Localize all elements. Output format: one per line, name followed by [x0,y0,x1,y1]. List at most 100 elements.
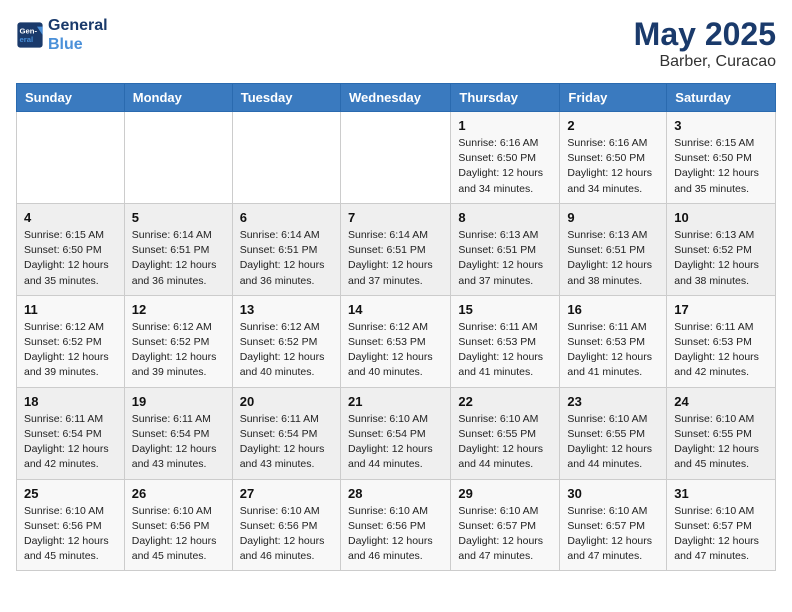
calendar-cell [340,112,450,204]
day-number: 26 [132,486,225,501]
days-header-row: SundayMondayTuesdayWednesdayThursdayFrid… [17,84,776,112]
calendar-cell: 5Sunrise: 6:14 AM Sunset: 6:51 PM Daylig… [124,203,232,295]
week-row-5: 25 Sunrise: 6:10 AM Sunset: 6:56 PM Dayli… [17,479,776,571]
calendar-cell: 24 Sunrise: 6:10 AM Sunset: 6:55 PM Dayli… [667,387,776,479]
calendar-cell: 20 Sunrise: 6:11 AM Sunset: 6:54 PM Dayli… [232,387,340,479]
day-info: Sunrise: 6:10 AM Sunset: 6:56 PM Dayligh… [132,504,225,565]
title-area: May 2025 Barber, Curacao [634,16,776,71]
calendar-cell: 22 Sunrise: 6:10 AM Sunset: 6:55 PM Dayli… [451,387,560,479]
calendar-cell: 13 Sunrise: 6:12 AM Sunset: 6:52 PM Dayli… [232,295,340,387]
day-info: Sunrise: 6:13 AM Sunset: 6:51 PM Dayligh… [458,228,552,289]
day-info: Sunrise: 6:11 AM Sunset: 6:54 PM Dayligh… [132,412,225,473]
day-header-thursday: Thursday [451,84,560,112]
calendar-cell [17,112,125,204]
day-number: 28 [348,486,443,501]
day-number: 1 [458,118,552,133]
calendar-cell: 19 Sunrise: 6:11 AM Sunset: 6:54 PM Dayli… [124,387,232,479]
day-number: 19 [132,394,225,409]
calendar-cell: 4Sunrise: 6:15 AM Sunset: 6:50 PM Daylig… [17,203,125,295]
calendar-cell: 16Sunrise: 6:11 AM Sunset: 6:53 PM Dayli… [560,295,667,387]
day-number: 5 [132,210,225,225]
day-number: 23 [567,394,659,409]
week-row-1: 1 Sunrise: 6:16 AM Sunset: 6:50 PM Daylig… [17,112,776,204]
calendar-cell: 9Sunrise: 6:13 AM Sunset: 6:51 PM Daylig… [560,203,667,295]
day-number: 20 [240,394,333,409]
day-info: Sunrise: 6:10 AM Sunset: 6:57 PM Dayligh… [674,504,768,565]
svg-text:Gen-: Gen- [20,27,38,36]
logo-text-line2: Blue [48,35,108,54]
day-info: Sunrise: 6:13 AM Sunset: 6:52 PM Dayligh… [674,228,768,289]
calendar-cell: 27 Sunrise: 6:10 AM Sunset: 6:56 PM Dayli… [232,479,340,571]
day-info: Sunrise: 6:11 AM Sunset: 6:53 PM Dayligh… [674,320,768,381]
day-number: 15 [458,302,552,317]
day-info: Sunrise: 6:10 AM Sunset: 6:57 PM Dayligh… [458,504,552,565]
day-number: 13 [240,302,333,317]
calendar-cell: 29 Sunrise: 6:10 AM Sunset: 6:57 PM Dayli… [451,479,560,571]
logo-text-line1: General [48,16,108,35]
calendar-cell [124,112,232,204]
calendar-cell: 31Sunrise: 6:10 AM Sunset: 6:57 PM Dayli… [667,479,776,571]
calendar-cell: 23 Sunrise: 6:10 AM Sunset: 6:55 PM Dayli… [560,387,667,479]
week-row-4: 18 Sunrise: 6:11 AM Sunset: 6:54 PM Dayli… [17,387,776,479]
day-header-wednesday: Wednesday [340,84,450,112]
calendar-cell: 25Sunrise: 6:10 AM Sunset: 6:56 PM Dayli… [17,479,125,571]
day-info: Sunrise: 6:16 AM Sunset: 6:50 PM Dayligh… [567,136,659,197]
day-info: Sunrise: 6:11 AM Sunset: 6:54 PM Dayligh… [24,412,117,473]
day-header-tuesday: Tuesday [232,84,340,112]
day-number: 22 [458,394,552,409]
calendar-subtitle: Barber, Curacao [634,53,776,71]
calendar-cell: 10 Sunrise: 6:13 AM Sunset: 6:52 PM Dayli… [667,203,776,295]
week-row-3: 11 Sunrise: 6:12 AM Sunset: 6:52 PM Dayli… [17,295,776,387]
day-info: Sunrise: 6:10 AM Sunset: 6:57 PM Dayligh… [567,504,659,565]
day-number: 14 [348,302,443,317]
day-number: 8 [458,210,552,225]
day-info: Sunrise: 6:10 AM Sunset: 6:56 PM Dayligh… [348,504,443,565]
calendar-cell: 21Sunrise: 6:10 AM Sunset: 6:54 PM Dayli… [340,387,450,479]
header: Gen- eral General Blue May 2025 Barber, … [16,16,776,71]
calendar-cell: 11Sunrise: 6:12 AM Sunset: 6:52 PM Dayli… [17,295,125,387]
day-number: 27 [240,486,333,501]
day-info: Sunrise: 6:10 AM Sunset: 6:55 PM Dayligh… [567,412,659,473]
day-number: 18 [24,394,117,409]
calendar-cell: 2Sunrise: 6:16 AM Sunset: 6:50 PM Daylig… [560,112,667,204]
day-number: 4 [24,210,117,225]
day-info: Sunrise: 6:11 AM Sunset: 6:54 PM Dayligh… [240,412,333,473]
day-header-saturday: Saturday [667,84,776,112]
day-header-friday: Friday [560,84,667,112]
calendar-table: SundayMondayTuesdayWednesdayThursdayFrid… [16,83,776,571]
calendar-cell: 14 Sunrise: 6:12 AM Sunset: 6:53 PM Dayli… [340,295,450,387]
calendar-cell: 28 Sunrise: 6:10 AM Sunset: 6:56 PM Dayli… [340,479,450,571]
logo-icon: Gen- eral [16,21,44,49]
day-info: Sunrise: 6:10 AM Sunset: 6:55 PM Dayligh… [458,412,552,473]
calendar-title: May 2025 [634,16,776,53]
day-info: Sunrise: 6:12 AM Sunset: 6:53 PM Dayligh… [348,320,443,381]
day-number: 30 [567,486,659,501]
day-info: Sunrise: 6:13 AM Sunset: 6:51 PM Dayligh… [567,228,659,289]
day-number: 3 [674,118,768,133]
calendar-cell: 30 Sunrise: 6:10 AM Sunset: 6:57 PM Dayli… [560,479,667,571]
day-number: 11 [24,302,117,317]
day-info: Sunrise: 6:15 AM Sunset: 6:50 PM Dayligh… [674,136,768,197]
day-info: Sunrise: 6:12 AM Sunset: 6:52 PM Dayligh… [240,320,333,381]
day-number: 10 [674,210,768,225]
day-number: 17 [674,302,768,317]
calendar-cell: 6Sunrise: 6:14 AM Sunset: 6:51 PM Daylig… [232,203,340,295]
calendar-cell [232,112,340,204]
day-info: Sunrise: 6:10 AM Sunset: 6:55 PM Dayligh… [674,412,768,473]
logo: Gen- eral General Blue [16,16,108,54]
calendar-cell: 3 Sunrise: 6:15 AM Sunset: 6:50 PM Daylig… [667,112,776,204]
calendar-cell: 8 Sunrise: 6:13 AM Sunset: 6:51 PM Daylig… [451,203,560,295]
calendar-cell: 18 Sunrise: 6:11 AM Sunset: 6:54 PM Dayli… [17,387,125,479]
calendar-cell: 15Sunrise: 6:11 AM Sunset: 6:53 PM Dayli… [451,295,560,387]
day-number: 29 [458,486,552,501]
day-info: Sunrise: 6:10 AM Sunset: 6:56 PM Dayligh… [240,504,333,565]
day-info: Sunrise: 6:11 AM Sunset: 6:53 PM Dayligh… [567,320,659,381]
day-number: 12 [132,302,225,317]
day-number: 7 [348,210,443,225]
day-header-sunday: Sunday [17,84,125,112]
day-info: Sunrise: 6:14 AM Sunset: 6:51 PM Dayligh… [348,228,443,289]
day-info: Sunrise: 6:10 AM Sunset: 6:54 PM Dayligh… [348,412,443,473]
day-number: 25 [24,486,117,501]
week-row-2: 4Sunrise: 6:15 AM Sunset: 6:50 PM Daylig… [17,203,776,295]
day-number: 24 [674,394,768,409]
